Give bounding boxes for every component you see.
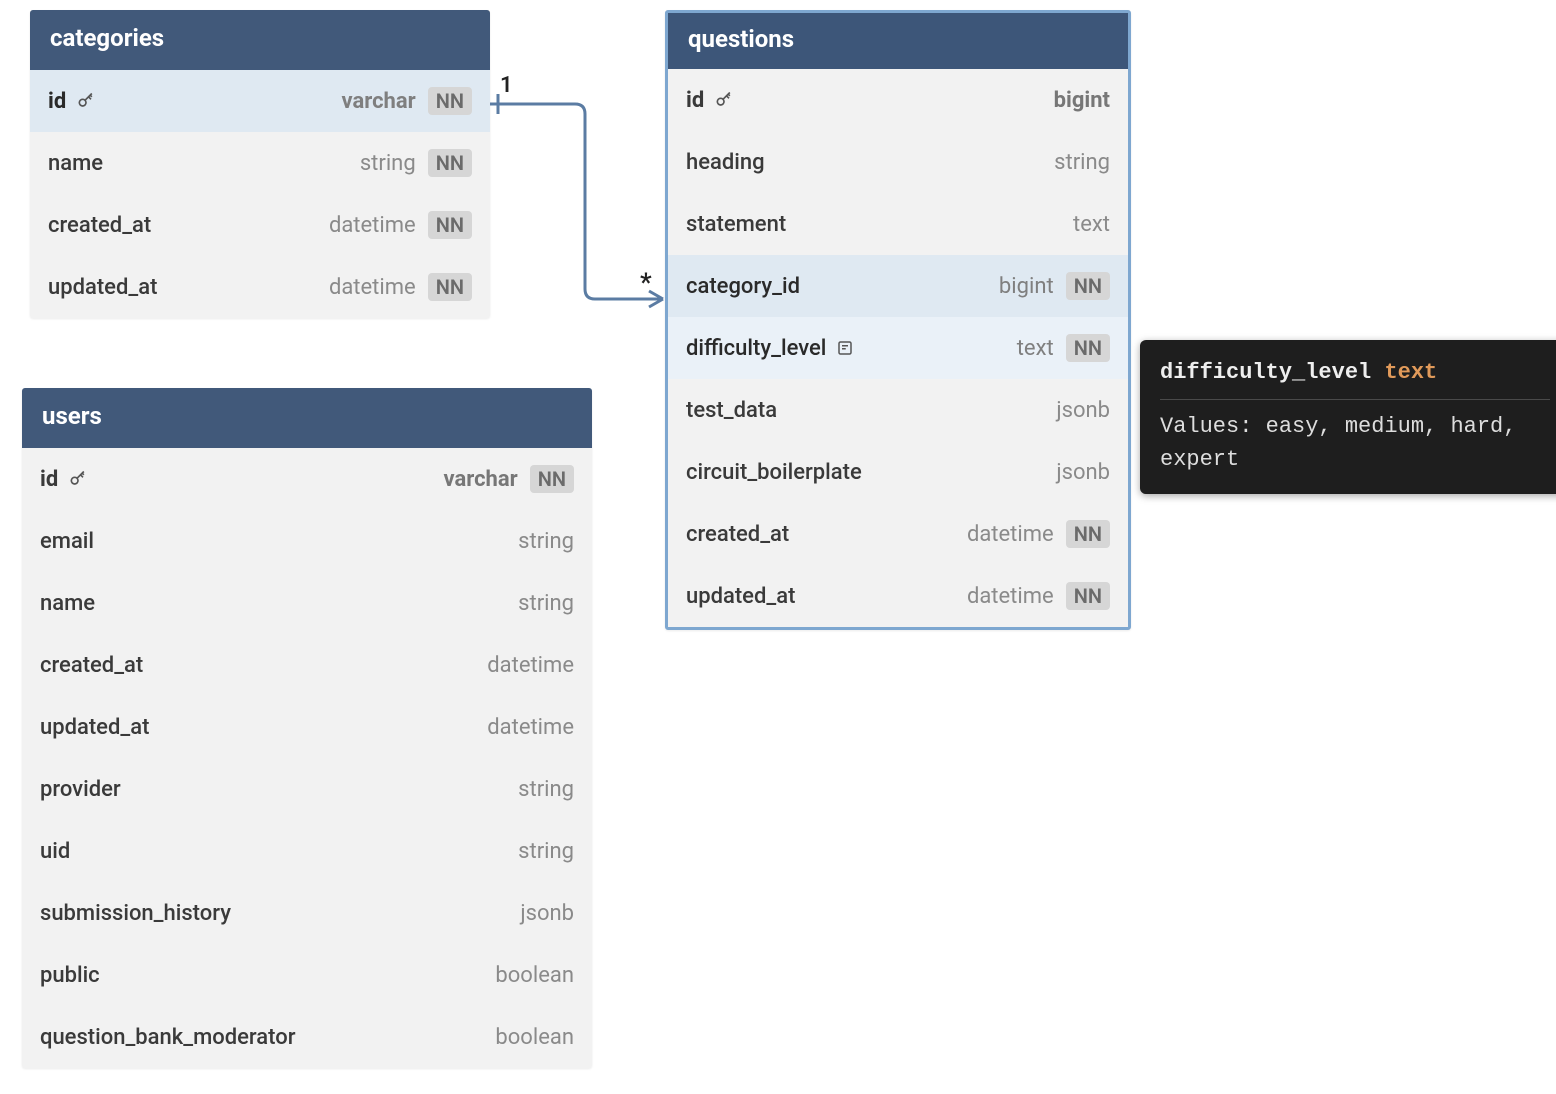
- column-row[interactable]: created_at datetime NN: [30, 194, 490, 256]
- column-name: heading: [686, 150, 765, 175]
- nn-badge: NN: [428, 87, 472, 115]
- column-type: string: [518, 591, 574, 616]
- nn-badge: NN: [428, 273, 472, 301]
- column-row[interactable]: submission_history jsonb: [22, 882, 592, 944]
- column-tooltip: difficulty_level text Values: easy, medi…: [1140, 340, 1556, 494]
- column-type: string: [518, 777, 574, 802]
- nn-badge: NN: [428, 211, 472, 239]
- table-users[interactable]: users id varchar NN email string na: [22, 388, 592, 1068]
- column-row[interactable]: id bigint: [668, 69, 1128, 131]
- column-name: created_at: [40, 653, 143, 678]
- column-type: text: [1017, 336, 1054, 361]
- column-type: datetime: [329, 275, 416, 300]
- table-header[interactable]: users: [22, 388, 592, 448]
- nn-badge: NN: [530, 465, 574, 493]
- table-categories[interactable]: categories id varchar NN name string: [30, 10, 490, 318]
- column-name: id: [48, 89, 66, 114]
- tooltip-field-name: difficulty_level: [1160, 360, 1371, 385]
- key-icon: [714, 90, 734, 110]
- table-header[interactable]: categories: [30, 10, 490, 70]
- column-type: string: [1054, 150, 1110, 175]
- column-name: statement: [686, 212, 786, 237]
- column-name: id: [40, 467, 58, 492]
- column-row[interactable]: name string NN: [30, 132, 490, 194]
- column-name: created_at: [48, 213, 151, 238]
- column-type: datetime: [967, 522, 1054, 547]
- column-name: name: [48, 151, 103, 176]
- column-name: uid: [40, 839, 70, 864]
- column-type: datetime: [487, 653, 574, 678]
- column-name: question_bank_moderator: [40, 1025, 296, 1050]
- column-name: circuit_boilerplate: [686, 460, 862, 485]
- table-header[interactable]: questions: [668, 13, 1128, 69]
- column-type: bigint: [1054, 88, 1110, 113]
- column-row[interactable]: updated_at datetime NN: [668, 565, 1128, 627]
- column-name: provider: [40, 777, 121, 802]
- key-icon: [68, 469, 88, 489]
- column-type: jsonb: [520, 901, 574, 926]
- relationship-many-label: *: [640, 268, 652, 298]
- column-name: public: [40, 963, 100, 988]
- column-row[interactable]: provider string: [22, 758, 592, 820]
- column-row[interactable]: name string: [22, 572, 592, 634]
- key-icon: [76, 91, 96, 111]
- tooltip-field-type: text: [1384, 360, 1437, 385]
- column-row[interactable]: question_bank_moderator boolean: [22, 1006, 592, 1068]
- nn-badge: NN: [1066, 334, 1110, 362]
- column-name: created_at: [686, 522, 789, 547]
- erd-canvas[interactable]: categories id varchar NN name string: [0, 0, 1556, 1094]
- column-type: string: [518, 529, 574, 554]
- column-type: text: [1073, 212, 1110, 237]
- nn-badge: NN: [428, 149, 472, 177]
- column-name: email: [40, 529, 94, 554]
- column-row[interactable]: category_id bigint NN: [668, 255, 1128, 317]
- column-name: updated_at: [686, 584, 795, 609]
- column-row[interactable]: statement text: [668, 193, 1128, 255]
- column-type: string: [518, 839, 574, 864]
- column-type: boolean: [495, 963, 574, 988]
- column-name: submission_history: [40, 901, 231, 926]
- column-type: datetime: [329, 213, 416, 238]
- column-type: bigint: [999, 274, 1054, 299]
- column-type: string: [360, 151, 416, 176]
- relationship-one-label: 1: [500, 73, 513, 98]
- column-type: jsonb: [1056, 460, 1110, 485]
- nn-badge: NN: [1066, 520, 1110, 548]
- column-type: varchar: [341, 89, 415, 114]
- column-row[interactable]: id varchar NN: [30, 70, 490, 132]
- column-name: updated_at: [48, 275, 157, 300]
- column-row[interactable]: email string: [22, 510, 592, 572]
- column-row[interactable]: heading string: [668, 131, 1128, 193]
- column-name: category_id: [686, 274, 800, 299]
- column-type: boolean: [495, 1025, 574, 1050]
- column-row[interactable]: created_at datetime NN: [668, 503, 1128, 565]
- column-row[interactable]: id varchar NN: [22, 448, 592, 510]
- column-name: test_data: [686, 398, 777, 423]
- column-name: difficulty_level: [686, 336, 826, 361]
- column-row[interactable]: uid string: [22, 820, 592, 882]
- column-row[interactable]: updated_at datetime NN: [30, 256, 490, 318]
- nn-badge: NN: [1066, 272, 1110, 300]
- column-row[interactable]: test_data jsonb: [668, 379, 1128, 441]
- column-row[interactable]: updated_at datetime: [22, 696, 592, 758]
- column-row[interactable]: public boolean: [22, 944, 592, 1006]
- column-name: name: [40, 591, 95, 616]
- column-type: datetime: [487, 715, 574, 740]
- column-type: varchar: [443, 467, 517, 492]
- column-type: jsonb: [1056, 398, 1110, 423]
- note-icon: [836, 339, 854, 357]
- nn-badge: NN: [1066, 582, 1110, 610]
- column-type: datetime: [967, 584, 1054, 609]
- column-row[interactable]: difficulty_level text NN: [668, 317, 1128, 379]
- table-questions[interactable]: questions id bigint heading string state…: [665, 10, 1131, 630]
- column-row[interactable]: created_at datetime: [22, 634, 592, 696]
- column-name: id: [686, 88, 704, 113]
- column-row[interactable]: circuit_boilerplate jsonb: [668, 441, 1128, 503]
- column-name: updated_at: [40, 715, 149, 740]
- tooltip-body: Values: easy, medium, hard, expert: [1160, 410, 1550, 476]
